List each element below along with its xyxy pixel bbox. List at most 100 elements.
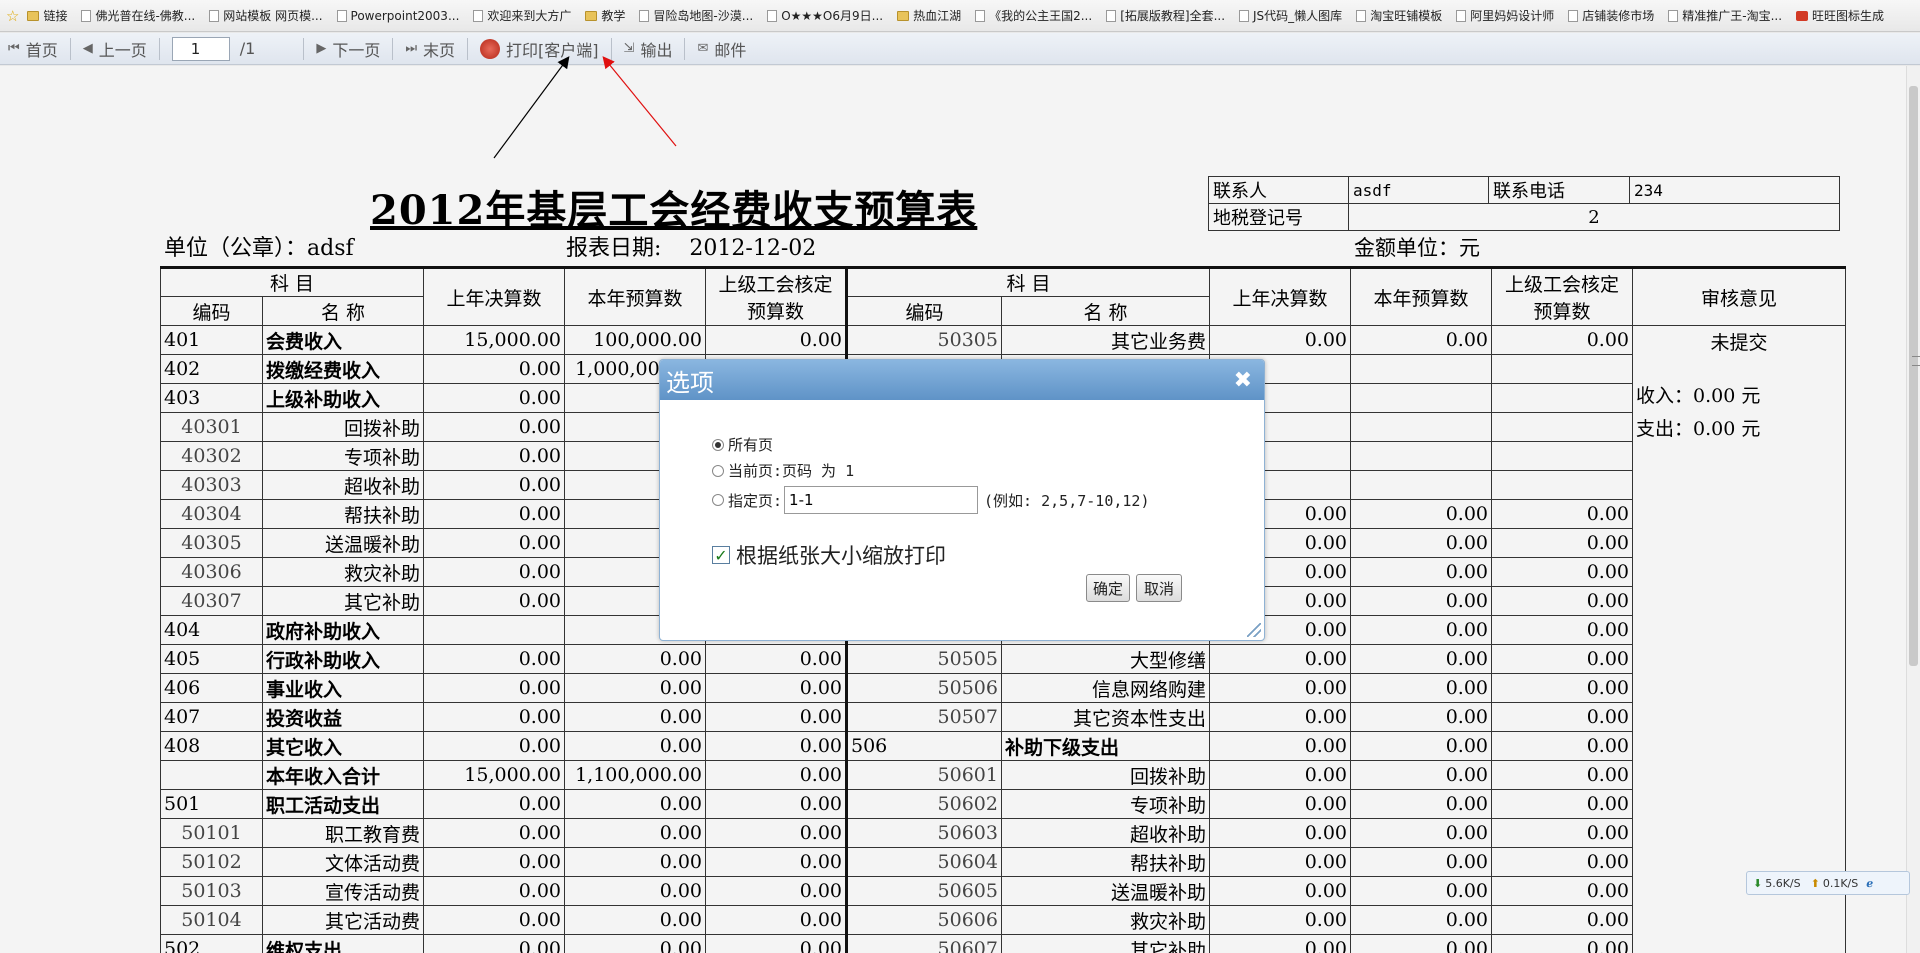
left-code-cell: 40307 [160, 586, 263, 616]
left-code-cell: 401 [160, 325, 263, 355]
checkbox-checked-icon[interactable]: ✓ [712, 546, 730, 565]
radio-page-range[interactable]: 指定页: (例如: 2,5,7-10,12) [712, 486, 1150, 514]
table-row: 502 维权支出 0.00 0.00 0.00 50607 其它补助 0.00 0.00 0.00 [160, 934, 1846, 953]
annotation-arrows-toolbar [493, 56, 677, 159]
radio-all-pages[interactable]: 所有页 [712, 434, 773, 455]
left-prev-final-cell: 0.00 [423, 412, 565, 442]
table-row: 50101 职工教育费 0.00 0.00 0.00 50603 超收补助 0.00 0.00 0… [160, 818, 1846, 848]
left-code-cell: 40303 [160, 470, 263, 500]
left-this-budget-cell: 0.00 [564, 731, 706, 761]
left-name-cell: 文体活动费 [262, 847, 424, 877]
left-code-cell: 50104 [160, 905, 263, 935]
upload-speed: 0.1K/S [1822, 876, 1859, 890]
left-this-budget-cell: 0.00 [564, 644, 706, 674]
right-code-cell: 50505 [845, 644, 1002, 674]
right-prev-final-cell: 0.00 [1209, 818, 1351, 848]
radio-selected-icon[interactable] [712, 438, 724, 451]
left-upper-approved-cell: 0.00 [705, 760, 847, 790]
left-code-cell: 402 [160, 354, 263, 384]
radio-unselected-icon[interactable] [712, 494, 724, 506]
report-unit: 单位（公章）：adsf [164, 236, 354, 261]
ie-icon: ℯ [1866, 876, 1874, 890]
right-upper-approved-cell: 0.00 [1491, 760, 1633, 790]
left-prev-final-cell: 0.00 [423, 470, 565, 500]
table-row: 401 会费收入 15,000.00 100,000.00 0.00 50305 其它业务费… [160, 325, 1846, 953]
right-this-budget-cell: 0.00 [1350, 760, 1492, 790]
radio-all-pages-label: 所有页 [728, 436, 774, 454]
radio-current-page[interactable]: 当前页:页码 为 1 [712, 460, 854, 481]
right-upper-approved-cell [1491, 470, 1633, 500]
right-code-cell: 506 [845, 731, 1002, 761]
right-this-budget-cell [1350, 354, 1492, 384]
scale-to-paper-option[interactable]: ✓ 根据纸张大小缩放打印 [712, 540, 946, 570]
radio-current-page-label: 当前页:页码 为 1 [728, 462, 855, 480]
right-this-budget-cell: 0.00 [1350, 905, 1492, 935]
left-name-cell: 投资收益 [262, 702, 424, 732]
right-upper-approved-cell [1491, 383, 1633, 413]
left-code-cell: 50103 [160, 876, 263, 906]
right-prev-final-cell: 0.00 [1209, 876, 1351, 906]
left-name-cell: 宣传活动费 [262, 876, 424, 906]
right-name-cell: 信息网络购建 [1001, 673, 1210, 703]
table-row: 406 事业收入 0.00 0.00 0.00 50506 信息网络购建 0.00 0.00 0.… [160, 673, 1846, 703]
right-code-cell: 50607 [845, 934, 1002, 953]
left-upper-approved-header: 上级工会核定 预算数 [705, 266, 847, 326]
dialog-titlebar[interactable]: 选项 ✖ [660, 360, 1264, 400]
right-upper-approved-cell: 0.00 [1491, 557, 1633, 587]
right-this-budget-cell: 0.00 [1350, 934, 1492, 953]
right-this-budget-cell: 0.00 [1350, 325, 1492, 355]
left-prev-final-cell: 0.00 [423, 557, 565, 587]
resize-handle-icon[interactable] [1247, 623, 1261, 637]
left-prev-final-cell: 0.00 [423, 383, 565, 413]
scale-to-paper-label: 根据纸张大小缩放打印 [736, 544, 946, 568]
right-upper-approved-cell: 0.00 [1491, 499, 1633, 529]
right-upper-approved-cell: 0.00 [1491, 731, 1633, 761]
left-name-cell: 救灾补助 [262, 557, 424, 587]
left-upper-approved-cell: 0.00 [705, 789, 847, 819]
report-date: 报表日期: 2012-12-02 [566, 230, 816, 262]
close-icon[interactable]: ✖ [1234, 368, 1252, 393]
cancel-button[interactable]: 取消 [1136, 574, 1182, 602]
right-prev-final-cell: 0.00 [1209, 847, 1351, 877]
download-arrow-icon: ⬇ [1753, 876, 1763, 890]
report-date-label: 报表日期: [566, 236, 662, 261]
right-upper-approved-cell: 0.00 [1491, 673, 1633, 703]
right-this-budget-cell [1350, 470, 1492, 500]
right-upper-approved-cell: 0.00 [1491, 586, 1633, 616]
right-code-cell: 50605 [845, 876, 1002, 906]
network-monitor[interactable]: ⬇ 5.6K/S ⬆ 0.1K/S ℯ [1746, 871, 1910, 895]
left-upper-approved-cell: 0.00 [705, 934, 847, 953]
red-arrow [602, 56, 677, 147]
left-code-cell: 404 [160, 615, 263, 645]
right-this-budget-cell: 0.00 [1350, 876, 1492, 906]
left-upper-approved-cell: 0.00 [705, 325, 847, 355]
page-range-input[interactable] [784, 486, 979, 514]
left-upper-approved-cell: 0.00 [705, 818, 847, 848]
left-prev-final-cell: 0.00 [423, 586, 565, 616]
audit-status: 未提交 [1710, 332, 1768, 354]
right-this-budget-cell: 0.00 [1350, 818, 1492, 848]
right-code-header: 编码 [845, 296, 1002, 326]
left-name-cell: 拨缴经费收入 [262, 354, 424, 384]
tax-number-label: 地税登记号 [1208, 203, 1349, 231]
left-name-cell: 上级补助收入 [262, 383, 424, 413]
left-code-header: 编码 [160, 296, 263, 326]
download-speed: 5.6K/S [1765, 876, 1801, 890]
right-name-cell: 回拨补助 [1001, 760, 1210, 790]
radio-unselected-icon[interactable] [712, 464, 724, 477]
right-name-cell: 大型修缮 [1001, 644, 1210, 674]
left-code-cell: 50102 [160, 847, 263, 877]
left-prev-final-cell: 0.00 [423, 702, 565, 732]
right-upper-approved-cell [1491, 441, 1633, 471]
left-code-cell: 40304 [160, 499, 263, 529]
left-prev-final-cell: 15,000.00 [423, 760, 565, 790]
ok-button[interactable]: 确定 [1086, 574, 1130, 602]
right-upper-approved-cell: 0.00 [1491, 818, 1633, 848]
radio-page-range-label: 指定页: [728, 491, 783, 510]
right-this-budget-cell [1350, 441, 1492, 471]
left-upper-approved-line1: 上级工会核定 [718, 274, 833, 296]
left-this-budget-cell: 0.00 [564, 876, 706, 906]
right-prev-final-cell: 0.00 [1209, 731, 1351, 761]
left-upper-approved-cell: 0.00 [705, 905, 847, 935]
right-this-budget-cell: 0.00 [1350, 731, 1492, 761]
